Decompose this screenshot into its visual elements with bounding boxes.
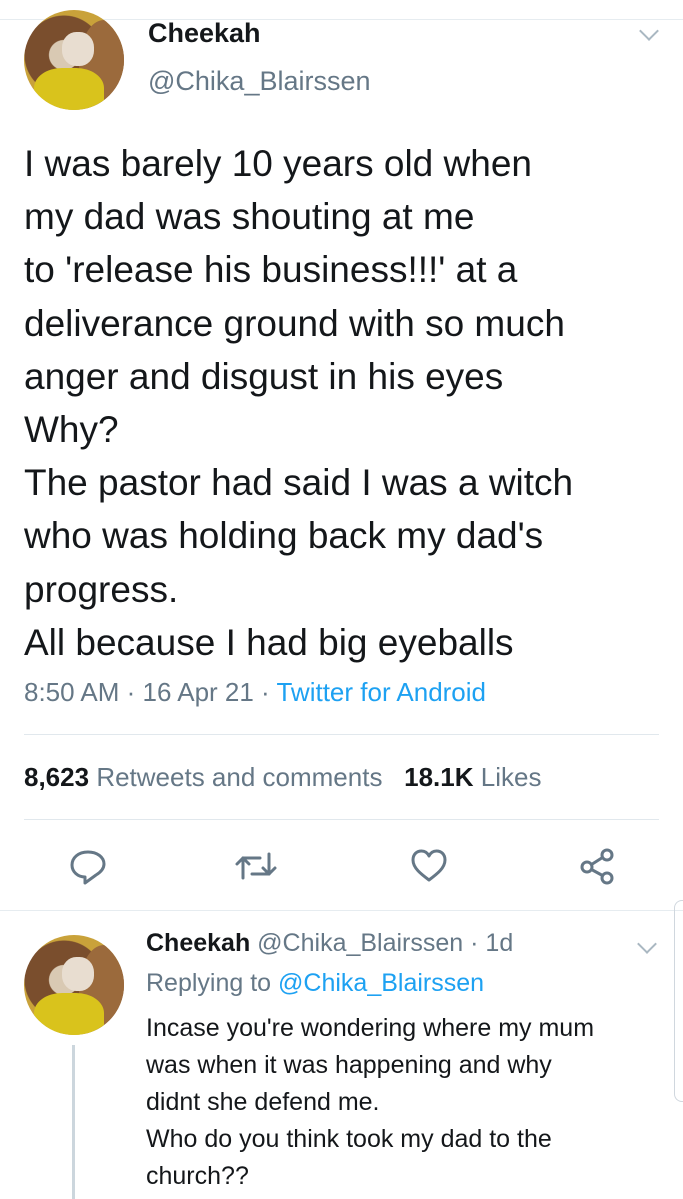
reply-icon (70, 850, 106, 885)
user-handle[interactable]: @Chika_Blairssen (148, 66, 371, 97)
reply-age: · 1d (463, 929, 514, 957)
replying-prefix: Replying to (146, 969, 279, 997)
retweet-icon (235, 852, 277, 880)
likes-stat[interactable]: 18.1K Likes (404, 762, 541, 792)
like-button[interactable] (405, 842, 453, 890)
action-bar (0, 842, 683, 890)
reply-avatar[interactable] (24, 935, 124, 1035)
reply-line: was when it was happening and why (146, 1051, 552, 1079)
retweets-count: 8,623 (24, 762, 90, 792)
likes-label: Likes (480, 762, 542, 792)
replying-mention-link[interactable]: @Chika_Blairssen (278, 969, 484, 997)
meta-separator: · (119, 677, 143, 707)
tweet-line: anger and disgust in his eyes (24, 355, 504, 397)
share-icon (580, 848, 614, 885)
thread-line (72, 1045, 75, 1199)
meta-separator: · (253, 677, 277, 707)
reply-display-name[interactable]: Cheekah (146, 929, 250, 957)
tweet-line: I was barely 10 years old when (24, 143, 532, 184)
reply-text: Incase you're wondering where my mum was… (146, 1010, 666, 1195)
reply-line: Who do you think took my dad to the (146, 1125, 552, 1153)
tweet-separator (0, 910, 683, 911)
likes-count: 18.1K (404, 762, 474, 792)
tweet-date: 16 Apr 21 (142, 677, 254, 707)
avatar[interactable] (24, 10, 124, 110)
tweet-source-link[interactable]: Twitter for Android (276, 677, 486, 707)
tweet-time: 8:50 AM (24, 677, 120, 707)
tweet-line: Why? (24, 409, 119, 451)
chevron-down-icon[interactable] (639, 21, 659, 41)
tweet-line: progress. (24, 568, 179, 610)
tweet-line: The pastor had said I was a witch (24, 462, 574, 504)
tweet-line: who was holding back my dad's (24, 515, 544, 557)
chevron-down-icon[interactable] (637, 934, 657, 954)
tweet-stats: 8,623 Retweets and comments 18.1K Likes (24, 762, 541, 793)
retweet-button[interactable] (232, 842, 280, 890)
share-button[interactable] (573, 842, 621, 890)
reply-button[interactable] (64, 842, 112, 890)
tweet-line: All because I had big eyeballs (24, 621, 514, 663)
tweet-line: deliverance ground with so much (24, 302, 565, 344)
divider (24, 819, 659, 820)
retweets-stat[interactable]: 8,623 Retweets and comments (24, 762, 382, 792)
reply-line: church?? (146, 1162, 249, 1190)
display-name[interactable]: Cheekah (148, 18, 261, 49)
like-icon (411, 849, 447, 882)
reply-line: didnt she defend me. (146, 1088, 380, 1116)
tweet-meta: 8:50 AM · 16 Apr 21 · Twitter for Androi… (24, 677, 486, 708)
scroll-indicator[interactable] (674, 900, 683, 1102)
replying-to: Replying to @Chika_Blairssen (146, 969, 484, 998)
retweets-label: Retweets and comments (96, 762, 383, 792)
tweet-line: to 'release his business!!!' at a (24, 249, 518, 291)
reply-line: Incase you're wondering where my mum (146, 1014, 595, 1042)
reply-header: Cheekah @Chika_Blairssen · 1d (146, 929, 513, 958)
tweet-line: my dad was shouting at me (24, 196, 475, 238)
reply-handle[interactable]: @Chika_Blairssen (257, 929, 463, 957)
divider (24, 734, 659, 735)
tweet-text: I was barely 10 years old when my dad wa… (24, 137, 664, 669)
